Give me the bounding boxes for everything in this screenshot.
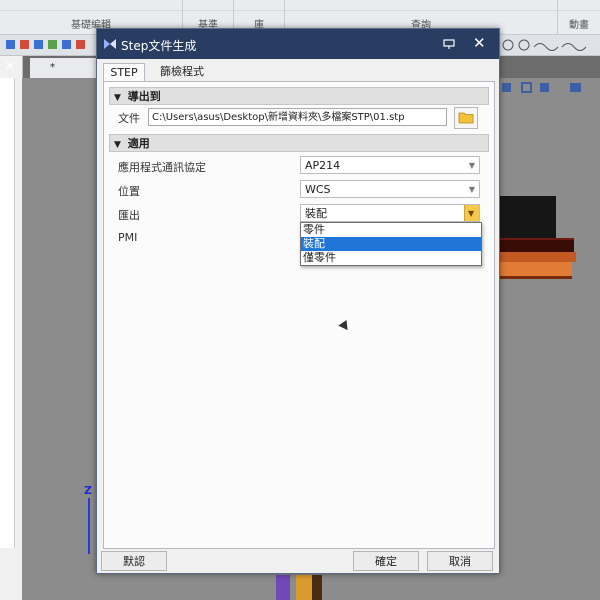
export-option-part[interactable]: 零件 (301, 223, 481, 237)
app-logo-icon (104, 39, 116, 49)
default-button[interactable]: 默認 (101, 551, 167, 571)
axis-z-label: Z (84, 484, 92, 497)
toolbar-icon[interactable] (62, 40, 71, 49)
chevron-down-icon: ▼ (468, 161, 475, 170)
toolbar-icon[interactable] (48, 40, 57, 49)
browse-folder-button[interactable] (454, 107, 478, 129)
toolbar-icon[interactable] (6, 40, 15, 49)
axis-z-line (88, 498, 90, 554)
section-apply-header[interactable]: ▼ 適用 (109, 134, 489, 152)
tab-filter[interactable]: 篩檢程式 (149, 63, 215, 81)
dialog-tabs: STEP 篩檢程式 (97, 59, 499, 82)
sketch-tools-icons[interactable] (500, 38, 596, 52)
dialog-body: ▼ 導出到 文件 C:\Users\asus\Desktop\新增資料夾\多檔案… (103, 81, 495, 549)
protocol-value: AP214 (305, 159, 341, 172)
section-export-header[interactable]: ▼ 導出到 (109, 87, 489, 105)
export-option-part-only[interactable]: 僅零件 (301, 251, 481, 265)
model-part (276, 575, 290, 600)
position-value: WCS (305, 183, 331, 196)
file-path-field[interactable]: C:\Users\asus\Desktop\新增資料夾\多檔案STP\01.st… (148, 108, 447, 126)
close-icon[interactable]: ✕ (5, 59, 15, 73)
ribbon-group-label: 動畫 (569, 20, 589, 31)
tab-step[interactable]: STEP (103, 63, 145, 82)
collapse-triangle-icon: ▼ (114, 93, 121, 103)
model-part (296, 575, 312, 600)
dialog-title: Step文件生成 (121, 39, 197, 53)
model-part (312, 575, 322, 600)
left-tree-strip (0, 78, 15, 548)
cancel-button[interactable]: 取消 (427, 551, 493, 571)
export-select[interactable]: 裝配 ▼ (300, 204, 480, 222)
pmi-label: PMI (118, 231, 138, 244)
close-icon[interactable]: ✕ (473, 34, 486, 52)
export-options-list: 零件 裝配 僅零件 (300, 222, 482, 266)
export-option-assembly[interactable]: 裝配 (301, 237, 481, 251)
dialog-title-bar[interactable]: Step文件生成 ✕ (97, 29, 499, 59)
view-tools-icons[interactable] (500, 80, 596, 96)
mouse-cursor-icon (338, 319, 352, 334)
folder-icon (458, 112, 474, 124)
pin-icon[interactable] (443, 38, 455, 50)
ribbon-group-animation: 動畫 (558, 0, 600, 34)
position-select[interactable]: WCS ▼ (300, 180, 480, 198)
chevron-down-icon: ▼ (468, 209, 475, 218)
toolbar-icon[interactable] (20, 40, 29, 49)
collapse-triangle-icon: ▼ (114, 140, 121, 150)
file-label: 文件 (118, 112, 140, 125)
protocol-label: 應用程式通訊協定 (118, 161, 206, 174)
position-label: 位置 (118, 185, 140, 198)
document-tab[interactable]: * 01.Z3AS (30, 58, 96, 93)
toolbar-icon[interactable] (34, 40, 43, 49)
step-export-dialog: Step文件生成 ✕ STEP 篩檢程式 ▼ 導出到 文件 C:\Users\a… (96, 28, 500, 574)
export-label: 匯出 (118, 209, 140, 222)
ok-button[interactable]: 確定 (353, 551, 419, 571)
dropdown-arrow-button[interactable]: ▼ (464, 205, 479, 221)
protocol-select[interactable]: AP214 ▼ (300, 156, 480, 174)
section-title: 導出到 (127, 90, 161, 103)
toolbar-icon[interactable] (76, 40, 85, 49)
export-value: 裝配 (305, 207, 327, 220)
chevron-down-icon: ▼ (468, 185, 475, 194)
section-title: 適用 (127, 137, 150, 150)
